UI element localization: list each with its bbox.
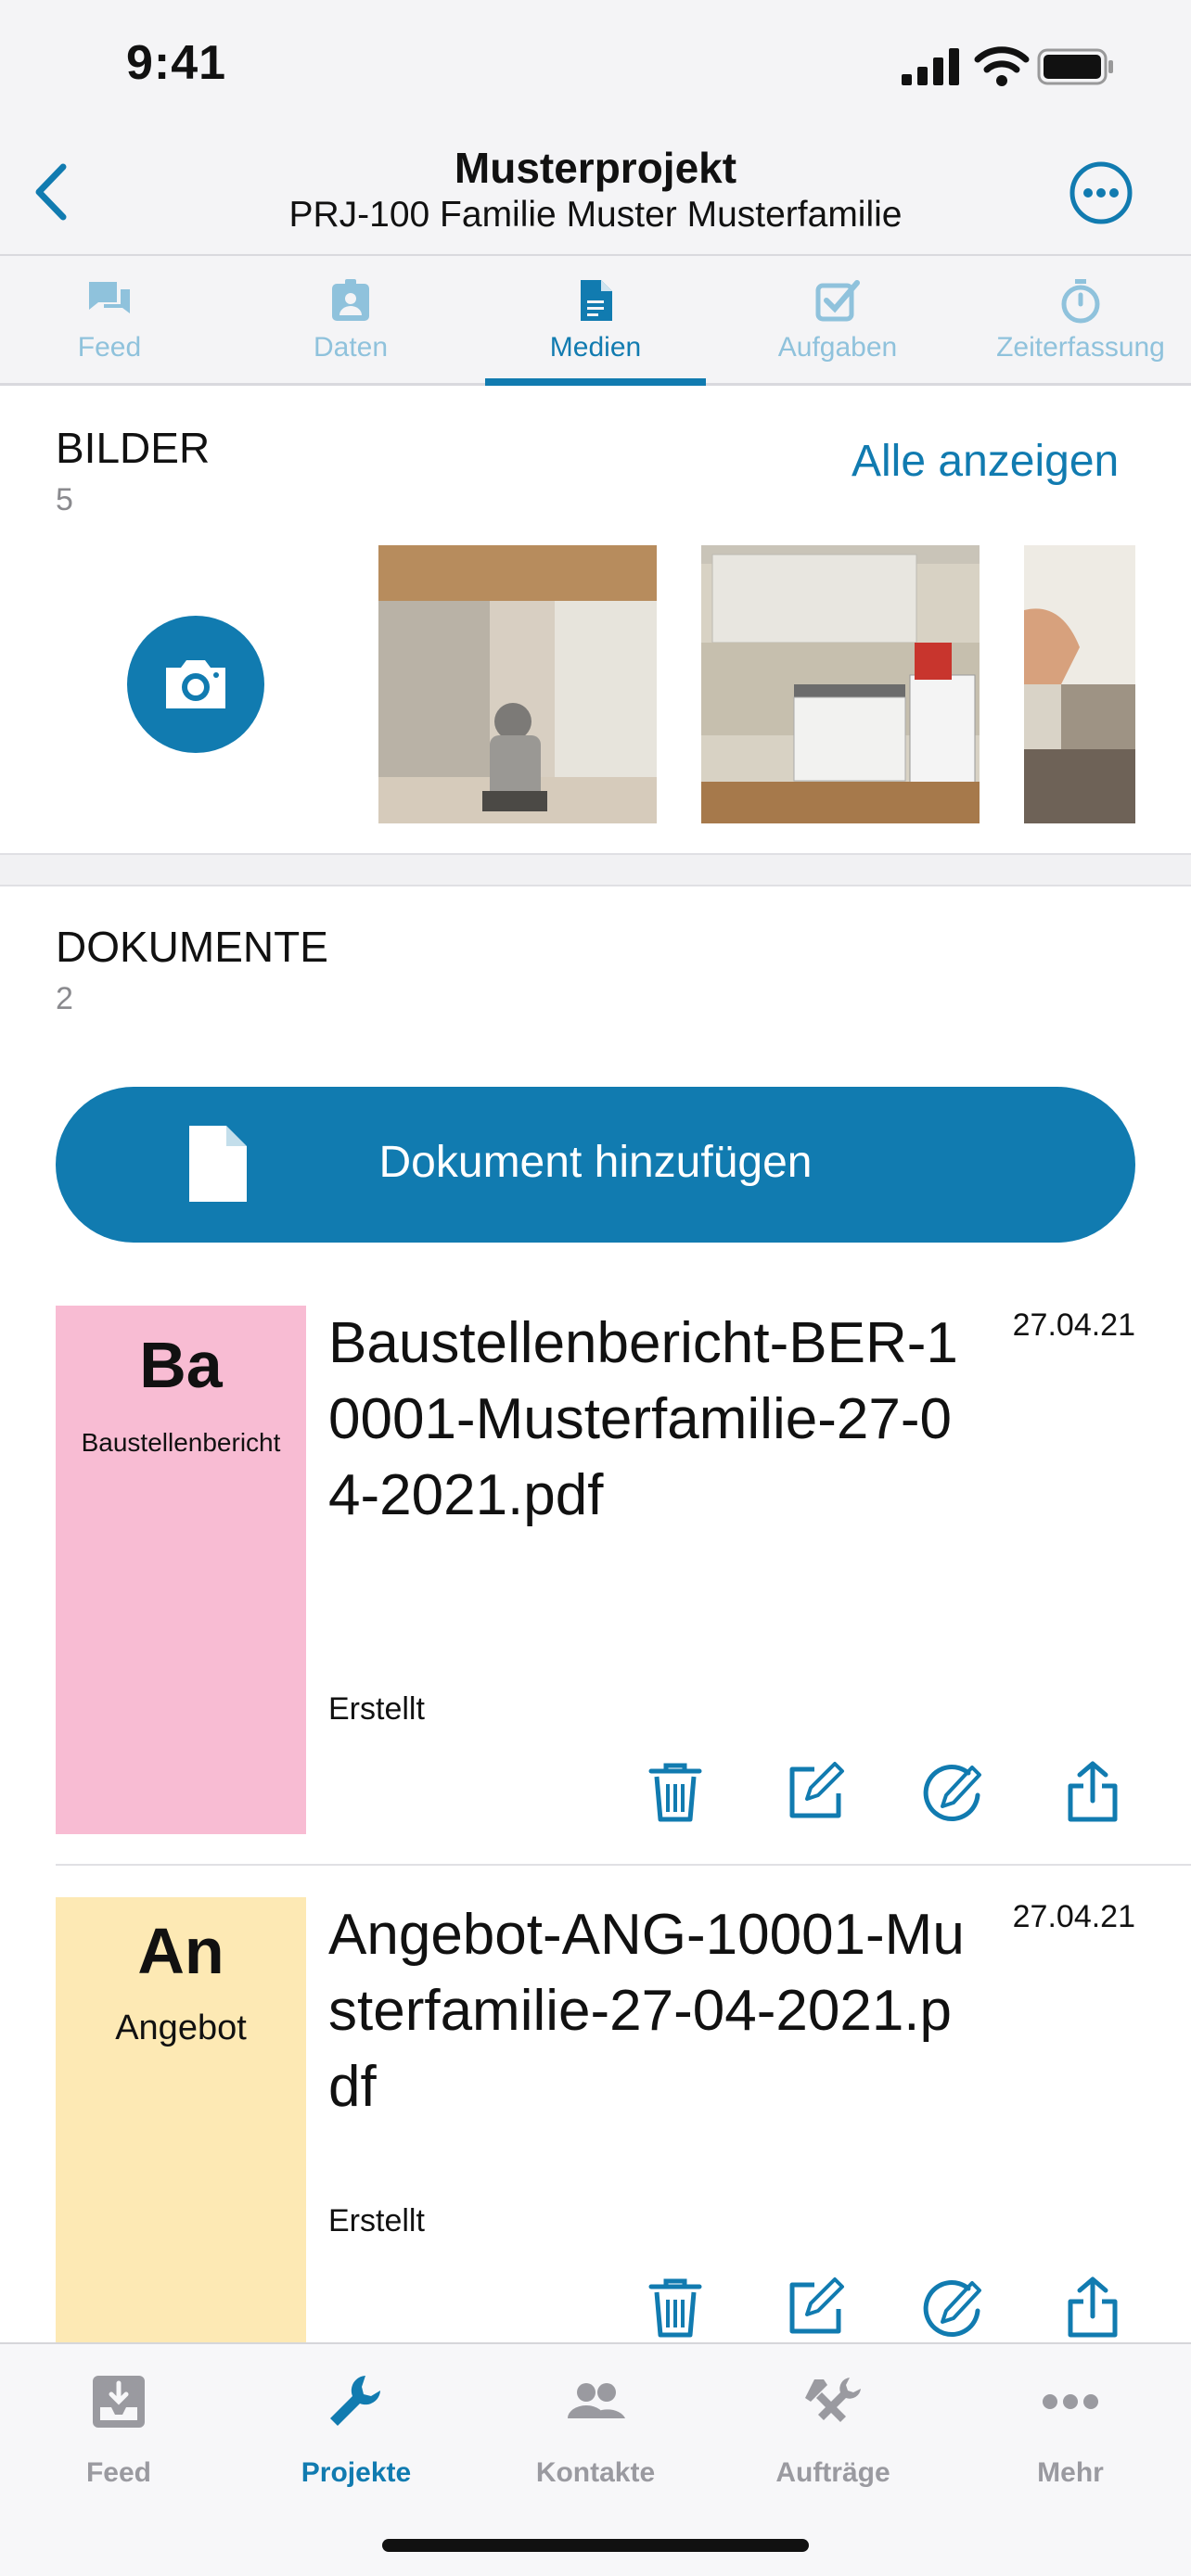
- camera-icon: [166, 660, 225, 708]
- document-abbreviation: An: [137, 1915, 224, 1987]
- more-options-icon[interactable]: [1069, 160, 1133, 225]
- document-name[interactable]: Angebot-ANG-10001-Musterfamilie-27-04-20…: [328, 1897, 978, 2125]
- document-name[interactable]: Baustellenbericht-BER-10001-Musterfamili…: [328, 1306, 978, 1534]
- photo-thumbnail[interactable]: [1024, 545, 1135, 823]
- tab-label: Daten: [313, 332, 389, 363]
- dokumente-count: 2: [56, 981, 73, 1016]
- tabbar-label: Kontakte: [535, 2457, 656, 2488]
- share-icon[interactable]: [1059, 2274, 1126, 2340]
- bilder-count: 5: [56, 482, 73, 517]
- checkbox-icon: [815, 280, 860, 322]
- tabbar-item-auftraege[interactable]: Aufträge: [740, 2342, 926, 2488]
- show-all-link[interactable]: Alle anzeigen: [852, 436, 1119, 487]
- section-title-dokumente: DOKUMENTE: [56, 923, 328, 971]
- document-date: 27.04.21: [1012, 1307, 1135, 1343]
- tabbar-label: Mehr: [1037, 2457, 1104, 2488]
- photo-thumbnail[interactable]: [701, 545, 980, 823]
- tabbar-item-feed[interactable]: Feed: [26, 2342, 211, 2488]
- tools-icon: [805, 2378, 861, 2422]
- document-type: Angebot: [115, 2009, 247, 2047]
- row-separator: [56, 1864, 1191, 1866]
- page-subtitle: PRJ-100 Familie Muster Musterfamilie: [288, 195, 903, 235]
- wifi-icon: [974, 46, 1030, 86]
- document-thumbnail[interactable]: An Angebot: [56, 1897, 306, 2342]
- edit-icon[interactable]: [781, 1758, 848, 1825]
- tab-feed[interactable]: Feed: [19, 254, 200, 386]
- tiling-photo: [1024, 545, 1135, 823]
- tab-label: Zeiterfassung: [996, 332, 1165, 363]
- status-time: 9:41: [126, 36, 227, 90]
- add-document-label: Dokument hinzufügen: [378, 1138, 813, 1187]
- trash-icon[interactable]: [642, 1758, 709, 1825]
- wrench-icon: [330, 2376, 380, 2426]
- tab-medien[interactable]: Medien: [504, 254, 687, 386]
- stopwatch-icon: [1061, 279, 1100, 324]
- kitchen-photo: [701, 545, 980, 823]
- page-title: Musterprojekt: [454, 144, 737, 192]
- sign-icon[interactable]: [920, 2274, 987, 2340]
- signal-icon: [902, 48, 959, 85]
- section-title-bilder: BILDER: [56, 424, 211, 472]
- document-status: Erstellt: [328, 1691, 425, 1727]
- home-indicator[interactable]: [382, 2539, 809, 2552]
- tab-label: Feed: [77, 332, 142, 363]
- sign-icon[interactable]: [920, 1758, 987, 1825]
- tab-aufgaben[interactable]: Aufgaben: [745, 254, 930, 386]
- take-photo-button[interactable]: [127, 616, 264, 753]
- tabbar-label: Aufträge: [775, 2457, 890, 2488]
- tabbar-item-mehr[interactable]: Mehr: [978, 2342, 1163, 2488]
- share-icon[interactable]: [1059, 1758, 1126, 1825]
- ellipsis-icon: [1043, 2394, 1098, 2409]
- document-status: Erstellt: [328, 2203, 425, 2238]
- edit-icon[interactable]: [781, 2274, 848, 2340]
- battery-icon: [1037, 48, 1113, 85]
- section-divider: [0, 853, 1191, 886]
- document-date: 27.04.21: [1012, 1899, 1135, 1934]
- chat-icon: [89, 282, 130, 313]
- photo-thumbnail[interactable]: [378, 545, 657, 823]
- tab-label: Medien: [549, 332, 642, 363]
- tab-zeiterfassung[interactable]: Zeiterfassung: [983, 254, 1178, 386]
- document-type: Baustellenbericht: [81, 1428, 281, 1457]
- inbox-icon: [93, 2376, 145, 2428]
- tabbar-item-kontakte[interactable]: Kontakte: [503, 2342, 688, 2488]
- construction-photo: [378, 545, 657, 823]
- tab-daten[interactable]: Daten: [260, 254, 442, 386]
- document-icon: [581, 280, 612, 321]
- active-tab-indicator: [485, 378, 706, 386]
- tab-label: Aufgaben: [777, 332, 898, 363]
- trash-icon[interactable]: [642, 2274, 709, 2340]
- tabbar-item-projekte[interactable]: Projekte: [263, 2342, 449, 2488]
- document-thumbnail[interactable]: Ba Baustellenbericht: [56, 1306, 306, 1834]
- tabbar-label: Projekte: [301, 2457, 412, 2488]
- document-abbreviation: Ba: [139, 1329, 223, 1401]
- people-icon: [568, 2383, 625, 2418]
- badge-icon: [332, 279, 369, 321]
- tabbar-label: Feed: [85, 2457, 152, 2488]
- add-document-button[interactable]: Dokument hinzufügen: [56, 1087, 1135, 1243]
